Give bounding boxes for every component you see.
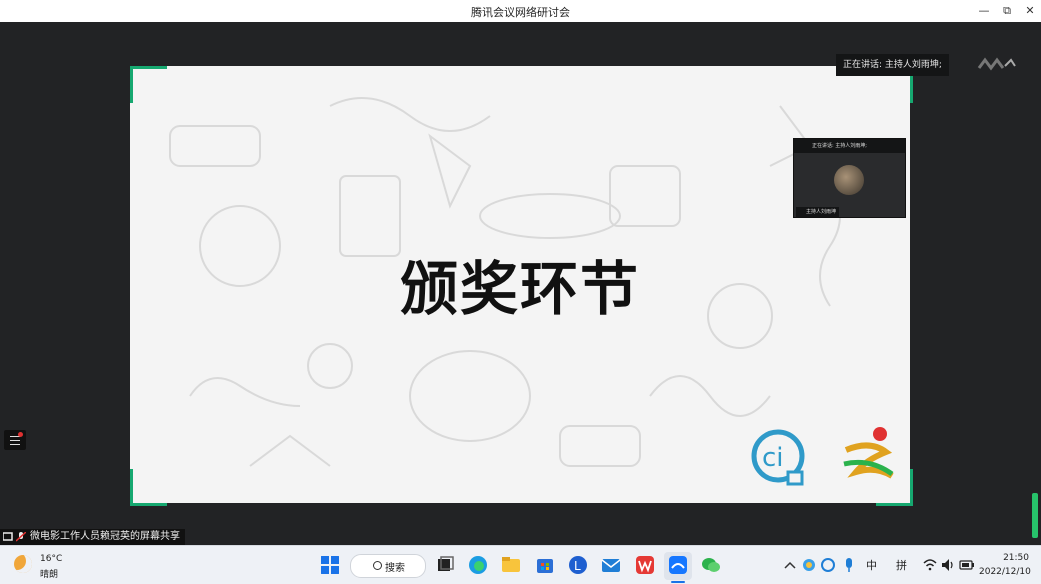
clock-time[interactable]: 21:50 (985, 553, 1029, 563)
start-icon[interactable] (320, 555, 340, 575)
microphone-icon[interactable] (842, 555, 856, 575)
share-frame-corner (130, 66, 167, 103)
ime-language[interactable]: 中 (866, 557, 877, 573)
weather-temperature[interactable]: 16°C (40, 554, 62, 564)
screen-share-icon (3, 532, 13, 541)
speaking-indicator: 正在讲话: 主持人刘雨坤; (836, 54, 949, 76)
clock-date[interactable]: 2022/12/10 (979, 567, 1031, 577)
volume-icon[interactable] (940, 555, 956, 575)
wifi-icon[interactable] (922, 555, 938, 575)
edge-icon[interactable] (468, 555, 488, 575)
battery-icon[interactable] (958, 555, 976, 575)
mic-muted-icon (16, 532, 26, 542)
wps-icon[interactable] (635, 555, 655, 575)
slide-title: 颁奖环节 (399, 255, 640, 323)
app-blue-icon[interactable]: L (568, 555, 588, 575)
weather-condition[interactable]: 晴朗 (40, 567, 58, 580)
avatar (834, 165, 864, 195)
close-button[interactable]: ✕ (1017, 2, 1041, 20)
share-frame-corner (130, 469, 167, 506)
ci-logo-icon: ci (751, 429, 805, 486)
pip-name-tag: 主持人刘雨坤 (796, 207, 840, 217)
search-label: 搜索 (385, 563, 405, 574)
svg-text:ci: ci (762, 443, 784, 473)
pip-speaking-bar: 正在讲话: 主持人刘雨坤; (794, 139, 905, 153)
share-status-text: 微电影工作人员赖冠英的屏幕共享 (30, 531, 180, 542)
sync-icon[interactable] (820, 555, 836, 575)
task-view-icon[interactable] (435, 555, 455, 575)
video-pip[interactable]: 正在讲话: 主持人刘雨坤; 主持人刘雨坤 (793, 138, 906, 218)
audio-wave-icon (977, 57, 1016, 71)
tray-app-icon[interactable] (801, 555, 817, 575)
wechat-icon[interactable] (701, 555, 721, 575)
ime-mode[interactable]: 拼 (896, 557, 907, 573)
window-title: 腾讯会议网络研讨会 (471, 6, 570, 19)
volume-level-indicator (1032, 493, 1038, 538)
title-bar: 腾讯会议网络研讨会 — ⧉ ✕ (0, 0, 1041, 22)
share-status-bar: 微电影工作人员赖冠英的屏幕共享 (0, 529, 185, 545)
taskbar: 16°C 晴朗 搜索 L 中 拼 21:50 2022/12/10 (0, 545, 1041, 584)
svg-text:L: L (574, 559, 581, 573)
tencent-meeting-icon[interactable] (668, 555, 688, 575)
store-icon[interactable] (535, 555, 555, 575)
shared-slide: 颁奖环节 ci (130, 66, 910, 503)
file-explorer-icon[interactable] (501, 555, 521, 575)
menu-list-button[interactable] (4, 430, 26, 450)
share-frame-corner (876, 469, 913, 506)
moon-weather-icon[interactable] (14, 555, 32, 573)
pip-speaking-label: 正在讲话: 主持人刘雨坤; (812, 143, 867, 149)
notification-dot (18, 432, 23, 437)
chevron-up-icon[interactable] (783, 555, 797, 575)
taskbar-search[interactable]: 搜索 (350, 554, 426, 578)
search-icon (373, 561, 382, 570)
mail-icon[interactable] (601, 555, 621, 575)
